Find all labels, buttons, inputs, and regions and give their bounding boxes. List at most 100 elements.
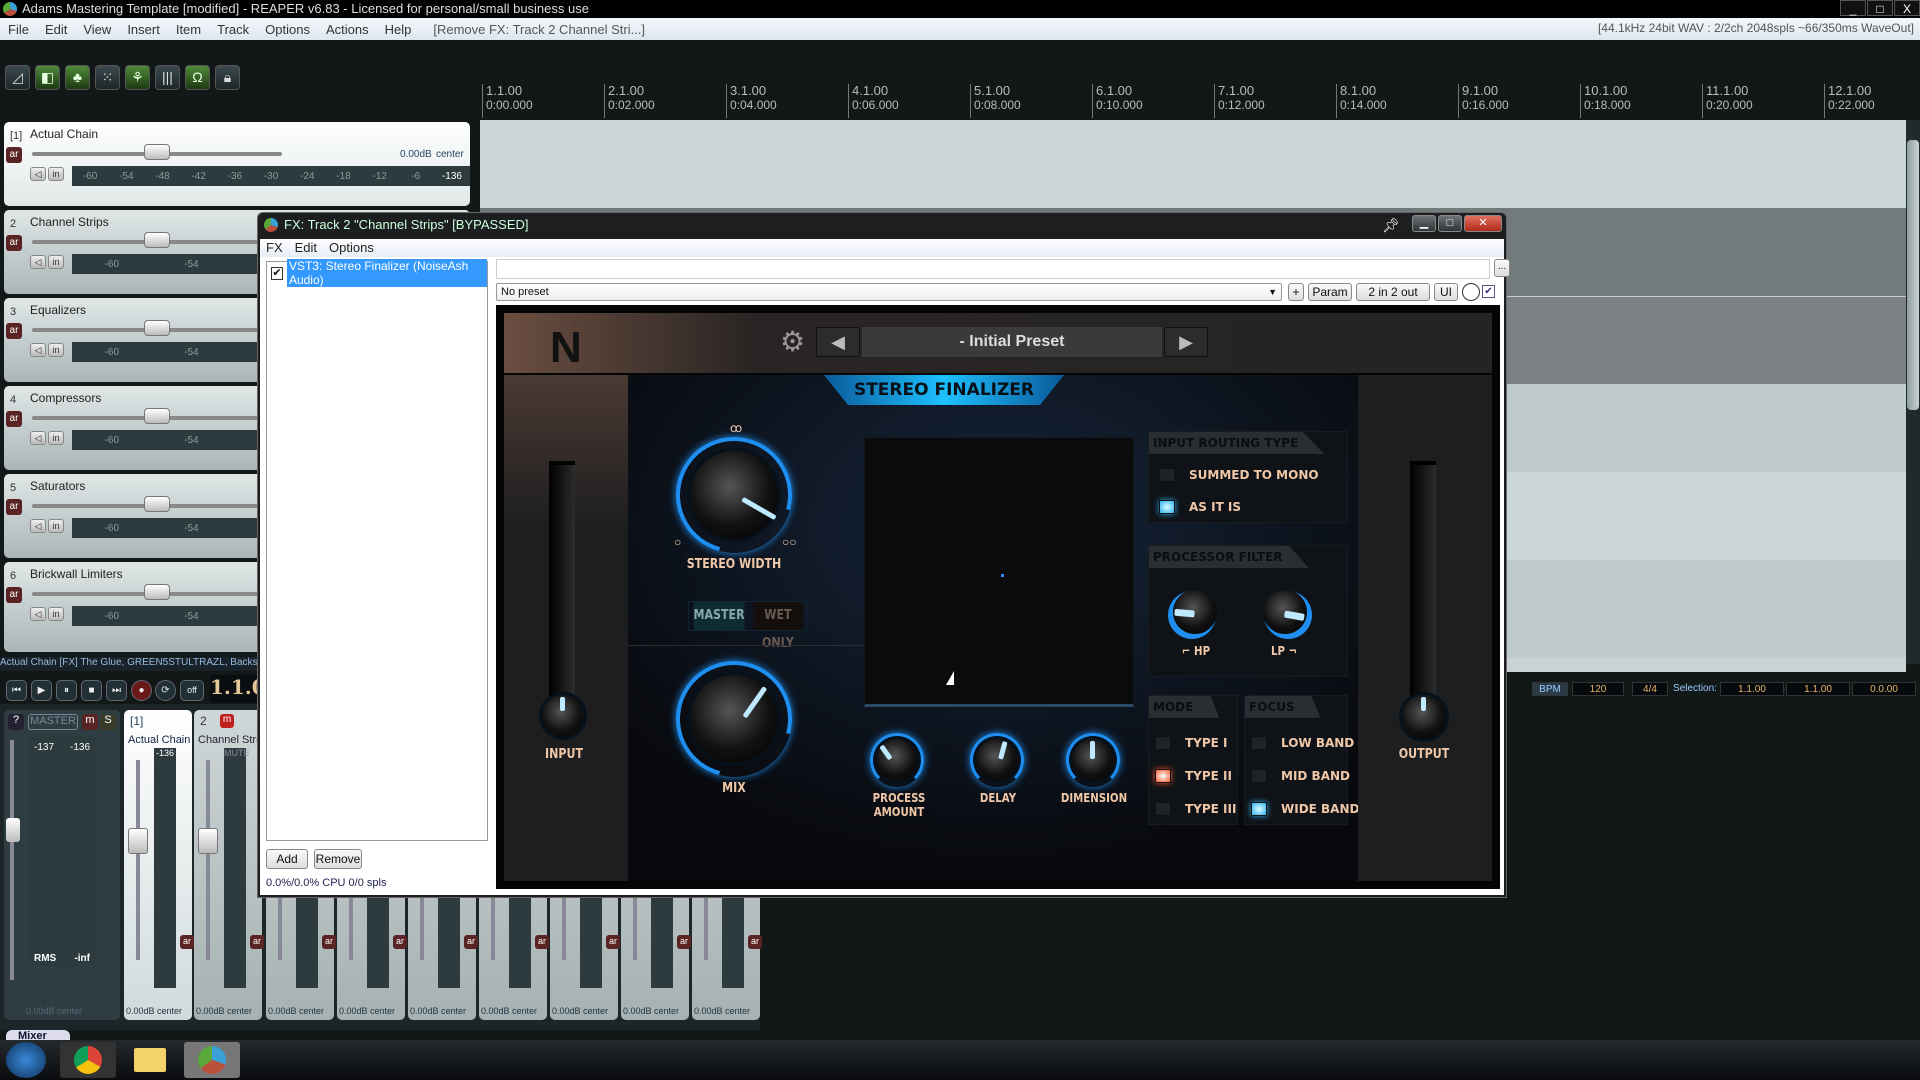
- record-button[interactable]: ●: [131, 680, 152, 701]
- io-routing-button[interactable]: 2 in 2 out: [1356, 283, 1430, 301]
- lock-icon[interactable]: 🔒︎: [215, 65, 240, 90]
- output-knob[interactable]: [1402, 695, 1446, 739]
- arm-button[interactable]: ar: [6, 235, 22, 251]
- arm-button[interactable]: ar: [6, 147, 22, 163]
- add-fx-button[interactable]: Add: [266, 849, 308, 869]
- mute-speaker-icon[interactable]: ◁: [30, 431, 46, 445]
- pin-icon[interactable]: 📌︎: [1382, 213, 1400, 237]
- menu-options[interactable]: Options: [257, 22, 318, 37]
- arm-button[interactable]: ar: [393, 935, 407, 949]
- ui-button[interactable]: UI: [1434, 283, 1458, 301]
- mute-speaker-icon[interactable]: ◁: [30, 607, 46, 621]
- strip-fader-handle[interactable]: [128, 828, 148, 854]
- grid-icon[interactable]: ⁙: [95, 65, 120, 90]
- auto-crossfade-icon[interactable]: ◧: [35, 65, 60, 90]
- type-iii-led[interactable]: [1155, 802, 1171, 816]
- volume-fader-handle[interactable]: [144, 144, 170, 160]
- type-ii-option[interactable]: TYPE II: [1155, 769, 1232, 783]
- volume-fader-handle[interactable]: [144, 496, 170, 512]
- input-button[interactable]: in: [48, 431, 64, 445]
- low-band-led[interactable]: [1251, 736, 1267, 750]
- delay-knob[interactable]: [976, 739, 1018, 781]
- arm-button[interactable]: ar: [606, 935, 620, 949]
- track-name[interactable]: Brickwall Limiters: [30, 567, 123, 581]
- master-fader-handle[interactable]: [6, 818, 20, 842]
- metronome-icon[interactable]: ◿: [5, 65, 30, 90]
- low-band-option[interactable]: LOW BAND: [1251, 736, 1354, 750]
- fx-menu-fx[interactable]: FX: [260, 239, 289, 257]
- fx-chain-item-name[interactable]: VST3: Stereo Finalizer (NoiseAsh Audio): [286, 259, 487, 287]
- as-it-is-option[interactable]: AS IT IS: [1159, 500, 1241, 514]
- mute-speaker-icon[interactable]: ◁: [30, 255, 46, 269]
- mute-speaker-icon[interactable]: ◁: [30, 519, 46, 533]
- arm-button[interactable]: ar: [180, 935, 194, 949]
- automation-mode-button[interactable]: off: [180, 680, 204, 701]
- track-panel-1[interactable]: [1] Actual Chain ar ◁ in 0.00dB center -…: [4, 122, 470, 206]
- summed-to-mono-option[interactable]: SUMMED TO MONO: [1159, 468, 1319, 482]
- volume-fader-handle[interactable]: [144, 320, 170, 336]
- menu-insert[interactable]: Insert: [119, 22, 168, 37]
- remove-fx-button[interactable]: Remove: [314, 849, 362, 869]
- wide-band-option[interactable]: WIDE BAND: [1251, 802, 1359, 816]
- arm-button[interactable]: ar: [535, 935, 549, 949]
- track-name[interactable]: Actual Chain: [30, 127, 98, 141]
- help-button[interactable]: ?: [8, 714, 24, 730]
- fx-chain-list[interactable]: ✔ VST3: Stereo Finalizer (NoiseAsh Audio…: [266, 259, 488, 841]
- arm-button[interactable]: ar: [6, 587, 22, 603]
- master-solo-button[interactable]: S: [100, 714, 116, 730]
- pause-button[interactable]: ⏸: [56, 680, 77, 701]
- fx-description-field[interactable]: [496, 259, 1490, 279]
- envelope-link-icon[interactable]: ⚘: [125, 65, 150, 90]
- vertical-scrollbar[interactable]: [1906, 120, 1920, 664]
- stereo-width-knob[interactable]: [690, 451, 778, 539]
- hp-knob[interactable]: [1173, 590, 1217, 634]
- param-button[interactable]: Param: [1308, 283, 1352, 301]
- undo-hint[interactable]: [Remove FX: Track 2 Channel Stri...]: [433, 22, 645, 37]
- type-ii-led[interactable]: [1155, 769, 1171, 783]
- mix-knob[interactable]: [690, 675, 778, 763]
- chrome-taskbar-icon[interactable]: [60, 1042, 116, 1078]
- loop-icon[interactable]: Ω: [185, 65, 210, 90]
- arm-button[interactable]: ar: [464, 935, 478, 949]
- arm-button[interactable]: ar: [677, 935, 691, 949]
- selection-length-field[interactable]: 0.0.00: [1852, 682, 1916, 696]
- fx-close-button[interactable]: ✕: [1464, 215, 1502, 232]
- menu-help[interactable]: Help: [377, 22, 420, 37]
- track-lane[interactable]: [480, 120, 1906, 208]
- arm-button[interactable]: ar: [322, 935, 336, 949]
- master-label[interactable]: MASTER: [28, 714, 78, 730]
- next-preset-button[interactable]: ▶: [1164, 327, 1208, 357]
- strip-name[interactable]: Actual Chain: [128, 734, 190, 746]
- selection-end-field[interactable]: 1.1.00: [1786, 682, 1850, 696]
- repeat-button[interactable]: ⟳: [155, 680, 176, 701]
- input-button[interactable]: in: [48, 519, 64, 533]
- fx-menu-options[interactable]: Options: [323, 239, 380, 257]
- bpm-label[interactable]: BPM: [1532, 682, 1568, 696]
- stop-button[interactable]: ■: [81, 680, 102, 701]
- go-to-end-button[interactable]: ⏭: [106, 680, 127, 701]
- mute-speaker-icon[interactable]: ◁: [30, 167, 46, 181]
- wet-only-mode-button[interactable]: WET ONLY: [753, 602, 803, 651]
- type-i-led[interactable]: [1155, 736, 1171, 750]
- snap-icon[interactable]: |||: [155, 65, 180, 90]
- input-button[interactable]: in: [48, 255, 64, 269]
- master-mute-button[interactable]: m: [82, 714, 98, 730]
- preset-dropdown[interactable]: No preset ▼: [496, 283, 1282, 301]
- wet-knob-icon[interactable]: [1462, 283, 1480, 301]
- ripple-edit-icon[interactable]: ♣: [65, 65, 90, 90]
- arm-button[interactable]: ar: [6, 323, 22, 339]
- fx-chain-item[interactable]: ✔ VST3: Stereo Finalizer (NoiseAsh Audio…: [271, 259, 487, 287]
- type-i-option[interactable]: TYPE I: [1155, 736, 1228, 750]
- lp-knob[interactable]: [1263, 590, 1307, 634]
- as-it-is-led[interactable]: [1159, 500, 1175, 514]
- fx-minimize-button[interactable]: ▁: [1412, 215, 1436, 232]
- summed-to-mono-led[interactable]: [1159, 468, 1175, 482]
- maximize-button[interactable]: □: [1867, 0, 1893, 16]
- minimize-button[interactable]: _: [1840, 0, 1866, 16]
- wide-band-led[interactable]: [1251, 802, 1267, 816]
- process-amount-knob[interactable]: [876, 739, 918, 781]
- track-name[interactable]: Equalizers: [30, 303, 86, 317]
- menu-file[interactable]: File: [0, 22, 37, 37]
- mid-band-option[interactable]: MID BAND: [1251, 769, 1350, 783]
- menu-track[interactable]: Track: [209, 22, 257, 37]
